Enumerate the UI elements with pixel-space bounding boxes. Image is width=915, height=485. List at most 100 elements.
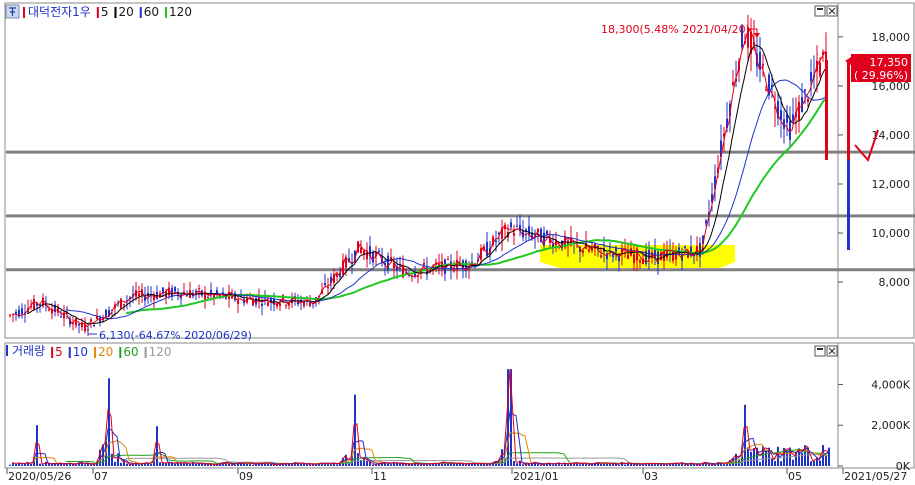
candle-body (285, 305, 287, 307)
candle-body (798, 101, 800, 121)
volume-bar (750, 451, 752, 466)
candle-body (261, 303, 263, 306)
volume-bar (567, 464, 569, 466)
volume-ma-legend-swatch (51, 347, 54, 358)
volume-bar (330, 464, 332, 466)
volume-bar (618, 464, 620, 466)
volume-bar (774, 461, 776, 466)
volume-bar (372, 464, 374, 466)
candle-body (810, 71, 812, 82)
candle-body (267, 302, 269, 306)
signal-bar-right-down (847, 160, 850, 250)
signal-bar (825, 60, 828, 160)
volume-ma-legend: 5 10 20 60 120 (51, 345, 172, 359)
volume-bar (231, 464, 233, 466)
date-tick-label: 05 (788, 470, 802, 482)
candle-body (453, 269, 455, 272)
volume-bar (195, 463, 197, 466)
stock-name: 대덕전자1우 (28, 5, 91, 19)
candle-body (327, 287, 329, 289)
volume-tick-label: 2,000K (871, 419, 910, 432)
volume-bar (684, 464, 686, 466)
candle-body (495, 240, 497, 243)
volume-tick-label: 4,000K (871, 378, 910, 391)
candle-body (363, 250, 365, 255)
candle-body (471, 261, 473, 263)
date-tick-label: 2021/01 (513, 470, 559, 482)
candle-body (546, 230, 548, 235)
volume-bar (63, 464, 65, 466)
candle-body (138, 293, 140, 296)
volume-bar (777, 446, 779, 466)
volume-bar (21, 464, 23, 466)
maximize-button[interactable] (814, 5, 826, 17)
volume-bar (390, 464, 392, 466)
volume-bar (813, 461, 815, 466)
candle-body (537, 228, 539, 233)
candle-body (513, 232, 515, 236)
price-tick-label: 10,000 (872, 227, 911, 240)
volume-ma-legend-label: 60 (123, 345, 138, 359)
ma-legend-swatch (96, 7, 99, 18)
candle-body (447, 258, 449, 260)
volume-bar (123, 459, 125, 466)
signal-bar-right-up (847, 60, 850, 160)
volume-ma-legend-label: 10 (73, 345, 88, 359)
ma-legend-swatch (139, 7, 142, 18)
volume-bar (819, 460, 821, 466)
candle-body (387, 255, 389, 271)
candle-body (360, 247, 362, 254)
volume-bar (111, 453, 113, 466)
low-annotation: 6,130(-64.67% 2020/06/29) (99, 329, 252, 342)
candle-body (636, 248, 638, 261)
volume-bar (480, 464, 482, 466)
volume-bar (126, 463, 128, 466)
candle-body (819, 62, 821, 76)
ma-legend-label: 60 (144, 5, 159, 19)
candle-body (75, 317, 77, 326)
volume-bar (84, 464, 86, 466)
volume-maximize-button[interactable] (814, 345, 826, 357)
volume-bar (336, 464, 338, 466)
candle-body (90, 319, 92, 322)
ma-legend-swatch (165, 7, 168, 18)
candle-body (588, 249, 590, 252)
high-annotation: 18,300(5.48% 2021/04/20) (601, 23, 750, 36)
candle-body (780, 110, 782, 121)
volume-bar (561, 464, 563, 466)
volume-bar (138, 464, 140, 466)
candle-body (309, 302, 311, 307)
candle-body (198, 288, 200, 290)
candle-body (60, 316, 62, 318)
date-tick-label: 07 (94, 470, 108, 482)
volume-bar (522, 464, 524, 466)
volume-bar (252, 464, 254, 466)
volume-bar (642, 464, 644, 466)
volume-bar (528, 464, 530, 466)
volume-bar (828, 447, 830, 466)
current-price: 17,350 (870, 56, 909, 69)
candle-body (48, 309, 50, 311)
volume-bar (120, 462, 122, 466)
candle-body (627, 254, 629, 259)
candle-body (93, 324, 95, 327)
volume-bar (108, 378, 110, 466)
volume-bar (189, 463, 191, 466)
volume-bar (666, 464, 668, 466)
volume-bar (744, 404, 746, 466)
volume-bar (354, 394, 356, 466)
price-tick-label: 8,000 (879, 276, 911, 289)
volume-bar (48, 463, 50, 466)
candle-body (9, 314, 11, 316)
volume-legend-title: 거래량 (12, 344, 45, 358)
volume-bar (156, 426, 158, 466)
volume-bar (30, 463, 32, 466)
candle-body (105, 310, 107, 318)
ma-legend-label: 20 (118, 5, 133, 19)
volume-bar (357, 453, 359, 466)
volume-ma-legend-swatch (119, 347, 122, 358)
volume-bar (420, 464, 422, 466)
date-tick-label: 11 (373, 470, 387, 482)
ma-legend-label: 120 (169, 5, 192, 19)
volume-bar (825, 455, 827, 466)
